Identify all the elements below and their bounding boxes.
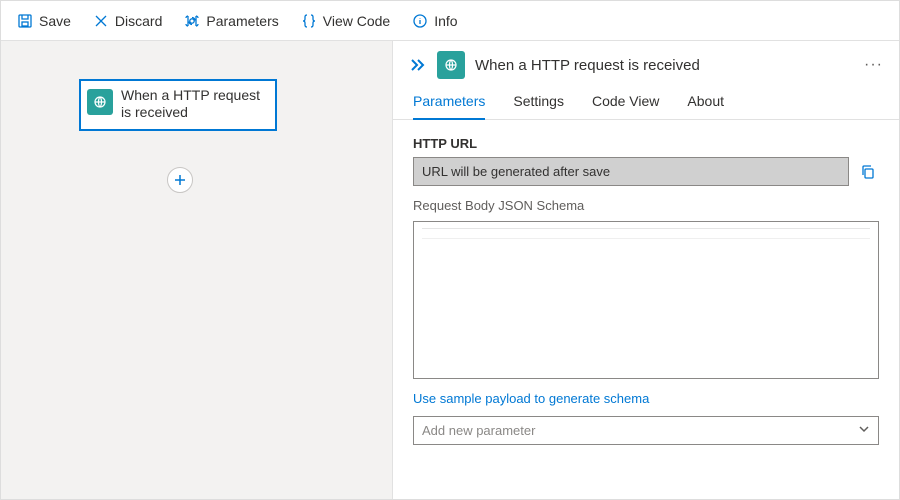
collapse-panel-button[interactable] [409,58,427,72]
panel-title: When a HTTP request is received [475,57,700,74]
braces-icon [301,13,317,29]
parameters-button[interactable]: Parameters [176,9,286,33]
add-parameter-placeholder: Add new parameter [422,423,535,438]
info-button[interactable]: Info [404,9,465,33]
parameters-icon [184,13,200,29]
view-code-label: View Code [323,13,390,29]
schema-editor[interactable] [413,221,879,379]
http-url-label: HTTP URL [413,136,879,151]
trigger-node[interactable]: When a HTTP request is received [79,79,277,131]
schema-label: Request Body JSON Schema [413,198,879,213]
info-label: Info [434,13,457,29]
panel-body: HTTP URL URL will be generated after sav… [393,120,899,499]
parameters-label: Parameters [206,13,278,29]
save-label: Save [39,13,71,29]
save-icon [17,13,33,29]
trigger-node-title: When a HTTP request is received [121,87,265,121]
top-toolbar: Save Discard Parameters View Code Info [1,1,899,41]
panel-header: When a HTTP request is received ··· [393,41,899,81]
panel-more-button[interactable]: ··· [864,56,883,74]
discard-button[interactable]: Discard [85,9,170,33]
designer-canvas[interactable]: When a HTTP request is received [1,41,393,499]
http-request-icon [437,51,465,79]
add-step-button[interactable] [167,167,193,193]
discard-label: Discard [115,13,162,29]
tab-settings[interactable]: Settings [513,93,564,119]
add-parameter-dropdown[interactable]: Add new parameter [413,416,879,445]
tab-about[interactable]: About [687,93,724,119]
panel-tabs: Parameters Settings Code View About [393,81,899,120]
view-code-button[interactable]: View Code [293,9,398,33]
http-request-icon [87,89,113,115]
main-area: When a HTTP request is received When a H… [1,41,899,499]
chevron-down-icon [858,423,870,438]
details-panel: When a HTTP request is received ··· Para… [393,41,899,499]
tab-parameters[interactable]: Parameters [413,93,485,119]
tab-code-view[interactable]: Code View [592,93,659,119]
sample-payload-link[interactable]: Use sample payload to generate schema [413,391,649,406]
copy-url-button[interactable] [857,157,879,186]
save-button[interactable]: Save [9,9,79,33]
http-url-field: URL will be generated after save [413,157,849,186]
discard-icon [93,13,109,29]
info-icon [412,13,428,29]
